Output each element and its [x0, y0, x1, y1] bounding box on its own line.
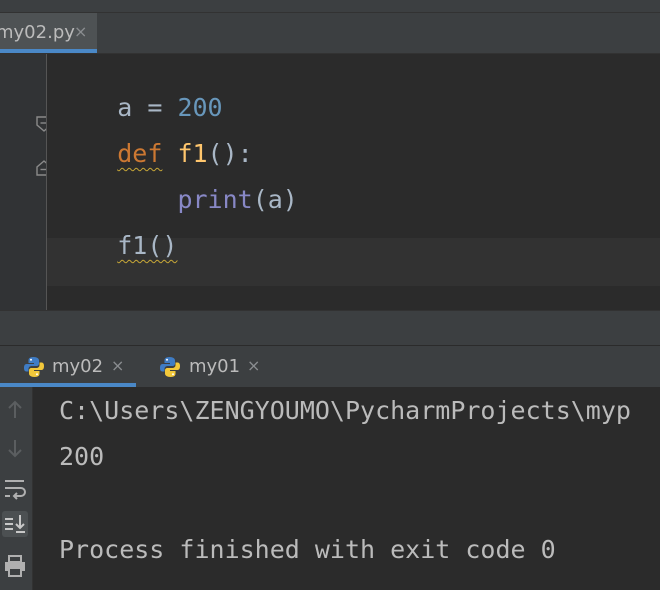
run-tab-label: my02: [52, 356, 104, 377]
editor-gutter: [0, 54, 52, 310]
run-tab-label: my01: [189, 356, 241, 377]
soft-wrap-icon[interactable]: [2, 475, 28, 501]
up-arrow-icon[interactable]: [2, 397, 28, 423]
console-exit-message: Process finished with exit code 0: [59, 535, 556, 564]
run-tab-my01[interactable]: my01 ×: [136, 346, 266, 387]
function-call: f1(): [117, 231, 178, 260]
python-icon: [24, 357, 44, 377]
top-strip: [0, 0, 660, 13]
print-args: (a): [252, 185, 298, 214]
panel-separator: [0, 310, 660, 345]
run-tab-bar: my02 × my01 ×: [0, 345, 660, 388]
close-icon[interactable]: ×: [247, 356, 260, 375]
down-arrow-icon[interactable]: [2, 435, 28, 461]
builtin-print: print: [177, 185, 253, 214]
console-command-line: C:\Users\ZENGYOUMO\PycharmProjects\myp: [59, 396, 631, 425]
print-icon[interactable]: [2, 553, 28, 579]
console-output[interactable]: C:\Users\ZENGYOUMO\PycharmProjects\myp 2…: [33, 387, 660, 590]
editor-tab-label: my02.py: [0, 22, 75, 43]
close-icon[interactable]: ×: [74, 22, 87, 41]
editor-tab-bar: my02.py ×: [0, 13, 660, 54]
code-line-4: f1(): [57, 201, 177, 291]
console-toolbar: [0, 387, 33, 590]
console-output-line: 200: [59, 442, 105, 471]
scroll-to-end-icon[interactable]: [2, 511, 28, 537]
python-icon: [160, 357, 180, 377]
run-tab-my02[interactable]: my02 ×: [0, 346, 136, 387]
editor-tab-my02[interactable]: my02.py ×: [0, 13, 97, 53]
close-icon[interactable]: ×: [111, 356, 124, 375]
code-editor[interactable]: a = 200 def f1(): print(a) f1(): [47, 54, 660, 310]
active-tab-indicator: [0, 49, 97, 53]
